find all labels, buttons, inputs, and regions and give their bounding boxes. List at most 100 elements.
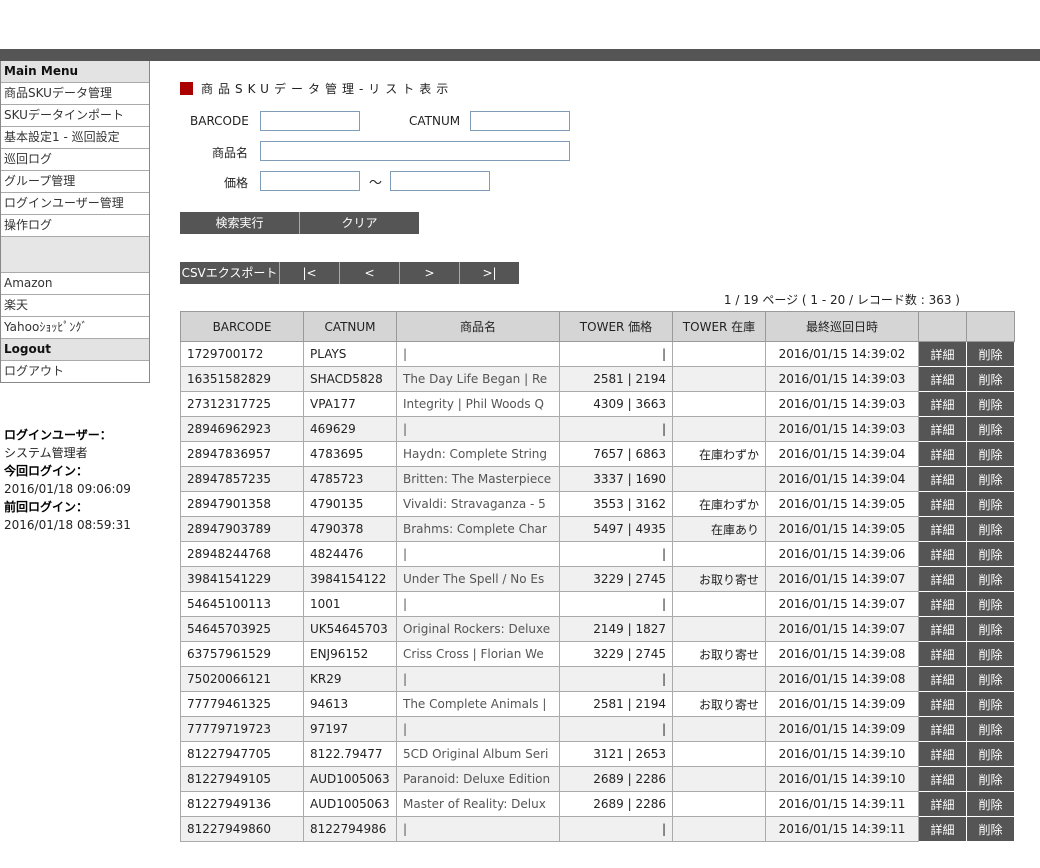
detail-button[interactable]: 詳細 [918,591,967,617]
cell-last-crawl: 2016/01/15 14:39:08 [765,641,919,667]
table-row: 77779461325 94613 The Complete Animals | 25… [180,691,1015,717]
detail-button[interactable]: 詳細 [918,641,967,667]
cell-tower-price: 2581 | 2194 [559,366,673,392]
delete-button[interactable]: 削除 [966,416,1015,442]
sidebar-item-sku-data[interactable]: 商品SKUデータ管理 [1,83,149,105]
detail-button[interactable]: 詳細 [918,366,967,392]
detail-button[interactable]: 詳細 [918,516,967,542]
first-page-button[interactable]: |< [280,262,340,284]
next-page-button[interactable]: > [400,262,460,284]
delete-button[interactable]: 削除 [966,541,1015,567]
delete-button[interactable]: 削除 [966,341,1015,367]
column-header-delete [966,311,1015,342]
sidebar-item-crawl-log[interactable]: 巡回ログ [1,149,149,171]
cell-barcode: 81227949136 [180,791,304,817]
cell-tower-price: 3229 | 2745 [559,641,673,667]
delete-button[interactable]: 削除 [966,516,1015,542]
cell-tower-price: 3553 | 3162 [559,491,673,517]
catnum-input[interactable] [470,111,570,131]
price-to-input[interactable] [390,171,490,191]
delete-button[interactable]: 削除 [966,466,1015,492]
delete-button[interactable]: 削除 [966,441,1015,467]
sidebar-item-sku-import[interactable]: SKUデータインポート [1,105,149,127]
table-row: 28948244768 4824476 | | 2016/01/15 14:39:06 詳… [180,541,1015,567]
sidebar-item-yahoo[interactable]: Yahooｼｮｯﾋﾟﾝｸﾞ [1,317,149,339]
cell-tower-stock [672,716,766,742]
detail-button[interactable]: 詳細 [918,691,967,717]
cell-product-name: The Complete Animals | [396,691,560,717]
detail-button[interactable]: 詳細 [918,741,967,767]
delete-button[interactable]: 削除 [966,791,1015,817]
detail-button[interactable]: 詳細 [918,391,967,417]
cell-product-name: | [396,341,560,367]
cell-tower-stock [672,416,766,442]
detail-button[interactable]: 詳細 [918,491,967,517]
column-header-tower-stock: TOWER 在庫 [672,311,766,342]
delete-button[interactable]: 削除 [966,716,1015,742]
delete-button[interactable]: 削除 [966,491,1015,517]
csv-export-button[interactable]: CSVエクスポート [180,262,280,284]
table-row: 27312317725 VPA177 Integrity | Phil Woods … [180,391,1015,417]
barcode-input[interactable] [260,111,360,131]
table-row: 28947857235 4785723 Britten: The Masterpie… [180,466,1015,492]
cell-last-crawl: 2016/01/15 14:39:07 [765,616,919,642]
column-header-tower-price: TOWER 価格 [559,311,673,342]
detail-button[interactable]: 詳細 [918,441,967,467]
search-button[interactable]: 検索実行 [180,212,300,234]
cell-product-name: Original Rockers: Deluxe [396,616,560,642]
sidebar-item-basic-settings[interactable]: 基本設定1 - 巡回設定 [1,127,149,149]
cell-last-crawl: 2016/01/15 14:39:04 [765,466,919,492]
logout-link[interactable]: ログアウト [1,361,149,382]
delete-button[interactable]: 削除 [966,741,1015,767]
sidebar-item-user-management[interactable]: ログインユーザー管理 [1,193,149,215]
detail-button[interactable]: 詳細 [918,466,967,492]
delete-button[interactable]: 削除 [966,666,1015,692]
cell-tower-stock: お取り寄せ [672,641,766,667]
price-from-input[interactable] [260,171,360,191]
product-name-input[interactable] [260,141,570,161]
detail-button[interactable]: 詳細 [918,416,967,442]
page-title-block: 商品SKUデータ管理-リスト表示 [180,80,453,97]
cell-last-crawl: 2016/01/15 14:39:05 [765,516,919,542]
cell-barcode: 77779719723 [180,716,304,742]
page-title: 商品SKUデータ管理-リスト表示 [201,82,454,96]
cell-catnum: 4785723 [303,466,397,492]
detail-button[interactable]: 詳細 [918,716,967,742]
delete-button[interactable]: 削除 [966,591,1015,617]
delete-button[interactable]: 削除 [966,616,1015,642]
cell-barcode: 28947836957 [180,441,304,467]
prev-page-button[interactable]: < [340,262,400,284]
cell-tower-price: 4309 | 3663 [559,391,673,417]
delete-button[interactable]: 削除 [966,366,1015,392]
detail-button[interactable]: 詳細 [918,666,967,692]
cell-last-crawl: 2016/01/15 14:39:06 [765,541,919,567]
cell-tower-price: 3229 | 2745 [559,566,673,592]
detail-button[interactable]: 詳細 [918,816,967,842]
detail-button[interactable]: 詳細 [918,766,967,792]
page-info: 1 / 19 ページ ( 1 - 20 / レコード数 : 363 ) [723,293,960,307]
cell-tower-stock: 在庫わずか [672,491,766,517]
delete-button[interactable]: 削除 [966,816,1015,842]
delete-button[interactable]: 削除 [966,766,1015,792]
clear-button[interactable]: クリア [300,212,419,234]
sidebar-item-amazon[interactable]: Amazon [1,273,149,295]
detail-button[interactable]: 詳細 [918,341,967,367]
current-login-time: 2016/01/18 09:06:09 [4,482,131,496]
table-header-row: BARCODE CATNUM 商品名 TOWER 価格 TOWER 在庫 最終巡… [180,311,1015,342]
detail-button[interactable]: 詳細 [918,566,967,592]
detail-button[interactable]: 詳細 [918,791,967,817]
last-page-button[interactable]: >| [460,262,519,284]
delete-button[interactable]: 削除 [966,691,1015,717]
table-row: 16351582829 SHACD5828 The Day Life Began |… [180,366,1015,392]
delete-button[interactable]: 削除 [966,391,1015,417]
cell-product-name: Haydn: Complete String [396,441,560,467]
sidebar-item-operation-log[interactable]: 操作ログ [1,215,149,237]
delete-button[interactable]: 削除 [966,641,1015,667]
cell-product-name: | [396,816,560,842]
sidebar-item-rakuten[interactable]: 楽天 [1,295,149,317]
detail-button[interactable]: 詳細 [918,616,967,642]
sidebar-item-group-management[interactable]: グループ管理 [1,171,149,193]
delete-button[interactable]: 削除 [966,566,1015,592]
cell-catnum: 8122794986 [303,816,397,842]
detail-button[interactable]: 詳細 [918,541,967,567]
